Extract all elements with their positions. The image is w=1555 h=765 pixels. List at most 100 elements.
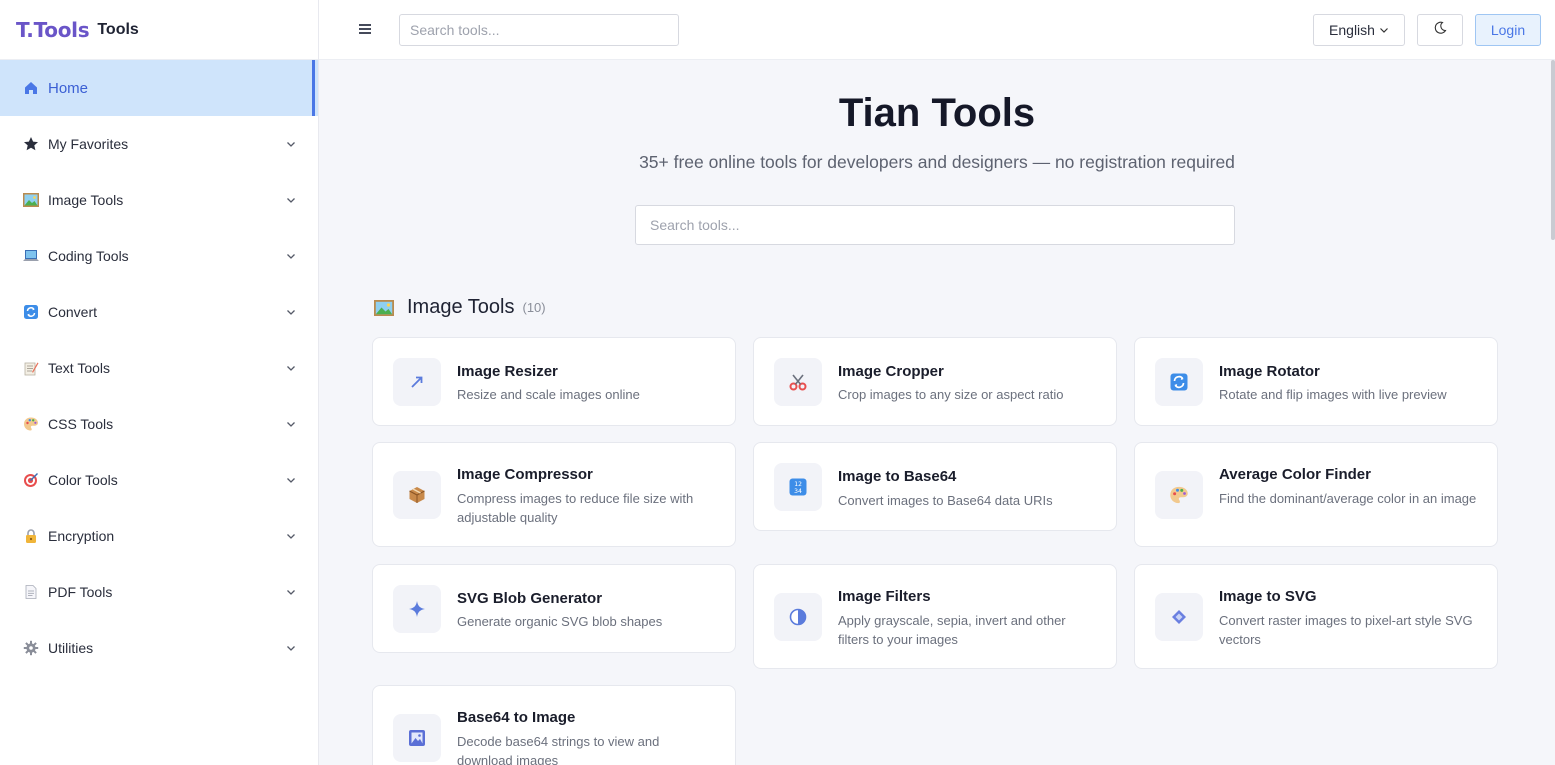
- star-icon: [22, 135, 40, 153]
- tool-card-image-resizer[interactable]: Image Resizer Resize and scale images on…: [372, 337, 736, 426]
- palette-icon: [22, 415, 40, 433]
- sidebar-item-encryption[interactable]: Encryption: [0, 508, 318, 564]
- chevron-down-icon: [286, 195, 296, 205]
- brand[interactable]: T.Tools Tools: [0, 0, 318, 60]
- sidebar-item-label: Color Tools: [48, 472, 118, 488]
- target-icon: [22, 471, 40, 489]
- card-description: Convert raster images to pixel-art style…: [1219, 613, 1473, 647]
- header-search-input[interactable]: [399, 14, 679, 46]
- sidebar-item-label: Coding Tools: [48, 248, 129, 264]
- lock-icon: [22, 527, 40, 545]
- page-scrollbar[interactable]: [1551, 60, 1555, 240]
- sidebar-item-label: My Favorites: [48, 136, 129, 152]
- sidebar-item-label: Encryption: [48, 528, 115, 544]
- tool-card-svg-blob-generator[interactable]: SVG Blob Generator Generate organic SVG …: [372, 564, 736, 653]
- chevron-down-icon: [286, 363, 296, 373]
- svg-text:34: 34: [794, 487, 802, 495]
- sidebar-item-pdf-tools[interactable]: PDF Tools: [0, 564, 318, 620]
- card-title: Image Resizer: [457, 363, 558, 380]
- card-description: Resize and scale images online: [457, 387, 640, 402]
- theme-toggle-button[interactable]: [1417, 14, 1463, 46]
- convert-icon: [22, 303, 40, 321]
- sidebar-item-label: Text Tools: [48, 360, 110, 376]
- sidebar-item-label: Image Tools: [48, 192, 124, 208]
- brand-name: Tools: [97, 20, 139, 38]
- brand-logo[interactable]: T.Tools: [16, 18, 90, 42]
- sparkle-icon: [393, 585, 441, 633]
- sidebar-item-text-tools[interactable]: Text Tools: [0, 340, 318, 396]
- card-title: SVG Blob Generator: [457, 590, 603, 607]
- picture-icon: [373, 299, 395, 317]
- card-title: Image Filters: [838, 588, 931, 605]
- card-description: Convert images to Base64 data URIs: [838, 493, 1053, 508]
- home-icon: [22, 79, 40, 97]
- tool-card-image-compressor[interactable]: Image Compressor Compress images to redu…: [372, 442, 736, 547]
- package-icon: [393, 471, 441, 519]
- arrow-resize-icon: [393, 358, 441, 406]
- top-header: English Login: [319, 0, 1555, 60]
- hero-search-input[interactable]: [635, 205, 1235, 245]
- tool-card-image-rotator[interactable]: Image Rotator Rotate and flip images wit…: [1134, 337, 1498, 426]
- card-description: Crop images to any size or aspect ratio: [838, 387, 1064, 402]
- menu-toggle-icon[interactable]: [359, 24, 371, 36]
- page-title: Tian Tools: [838, 91, 1036, 135]
- tool-card-image-filters[interactable]: Image Filters Apply grayscale, sepia, in…: [753, 564, 1117, 669]
- sidebar-item-convert[interactable]: Convert: [0, 284, 318, 340]
- rotate-icon: [1155, 358, 1203, 406]
- card-title: Image Rotator: [1219, 363, 1320, 380]
- language-label: English: [1329, 22, 1375, 38]
- card-title: Image to SVG: [1219, 588, 1317, 605]
- document-icon: [22, 583, 40, 601]
- page-subtitle: 35+ free online tools for developers and…: [639, 152, 1235, 172]
- sidebar: T.Tools Tools Home My Favorites Image To…: [0, 0, 319, 765]
- palette-icon: [1155, 471, 1203, 519]
- sidebar-item-image-tools[interactable]: Image Tools: [0, 172, 318, 228]
- chevron-down-icon: [286, 307, 296, 317]
- tool-card-average-color-finder[interactable]: Average Color Finder Find the dominant/a…: [1134, 442, 1498, 547]
- section-header-image-tools: Image Tools (10): [373, 296, 546, 319]
- sidebar-item-label: PDF Tools: [48, 584, 113, 600]
- card-description: Generate organic SVG blob shapes: [457, 614, 663, 629]
- chevron-down-icon: [286, 643, 296, 653]
- chevron-down-icon: [286, 251, 296, 261]
- sidebar-item-label: Convert: [48, 304, 98, 320]
- chevron-down-icon: [1379, 25, 1389, 35]
- card-title: Image Compressor: [457, 466, 593, 483]
- sidebar-item-favorites[interactable]: My Favorites: [0, 116, 318, 172]
- card-title: Average Color Finder: [1219, 466, 1371, 483]
- sidebar-item-label: Utilities: [48, 640, 94, 656]
- framed-picture-icon: [393, 714, 441, 762]
- numbers-icon: 12 34: [774, 463, 822, 511]
- sidebar-nav: Home My Favorites Image Tools Coding Too…: [0, 60, 318, 676]
- sidebar-item-color-tools[interactable]: Color Tools: [0, 452, 318, 508]
- chevron-down-icon: [286, 139, 296, 149]
- sidebar-item-home[interactable]: Home: [0, 60, 318, 116]
- sidebar-item-label: CSS Tools: [48, 416, 114, 432]
- card-title: Image to Base64: [838, 468, 957, 485]
- memo-icon: [22, 359, 40, 377]
- card-title: Image Cropper: [838, 363, 944, 380]
- card-description: Rotate and flip images with live preview: [1219, 387, 1447, 402]
- card-description: Apply grayscale, sepia, invert and other…: [838, 613, 1066, 647]
- chevron-down-icon: [286, 531, 296, 541]
- gear-icon: [22, 639, 40, 657]
- sidebar-item-utilities[interactable]: Utilities: [0, 620, 318, 676]
- card-title: Base64 to Image: [457, 709, 576, 726]
- language-select[interactable]: English: [1313, 14, 1405, 46]
- sidebar-item-coding-tools[interactable]: Coding Tools: [0, 228, 318, 284]
- tool-card-image-to-svg[interactable]: Image to SVG Convert raster images to pi…: [1134, 564, 1498, 669]
- tool-card-image-cropper[interactable]: Image Cropper Crop images to any size or…: [753, 337, 1117, 426]
- main-content: Tian Tools 35+ free online tools for dev…: [319, 60, 1555, 765]
- laptop-icon: [22, 247, 40, 265]
- half-circle-icon: [774, 593, 822, 641]
- picture-icon: [22, 191, 40, 209]
- sidebar-item-css-tools[interactable]: CSS Tools: [0, 396, 318, 452]
- tool-card-image-to-base64[interactable]: 12 34 Image to Base64 Convert images to B…: [753, 442, 1117, 531]
- section-count: (10): [522, 300, 546, 315]
- card-description: Find the dominant/average color in an im…: [1219, 491, 1477, 506]
- chevron-down-icon: [286, 475, 296, 485]
- tool-card-base64-to-image[interactable]: Base64 to Image Decode base64 strings to…: [372, 685, 736, 765]
- login-button[interactable]: Login: [1475, 14, 1541, 46]
- card-description: Decode base64 strings to view and downlo…: [457, 734, 660, 765]
- card-description: Compress images to reduce file size with…: [457, 491, 694, 525]
